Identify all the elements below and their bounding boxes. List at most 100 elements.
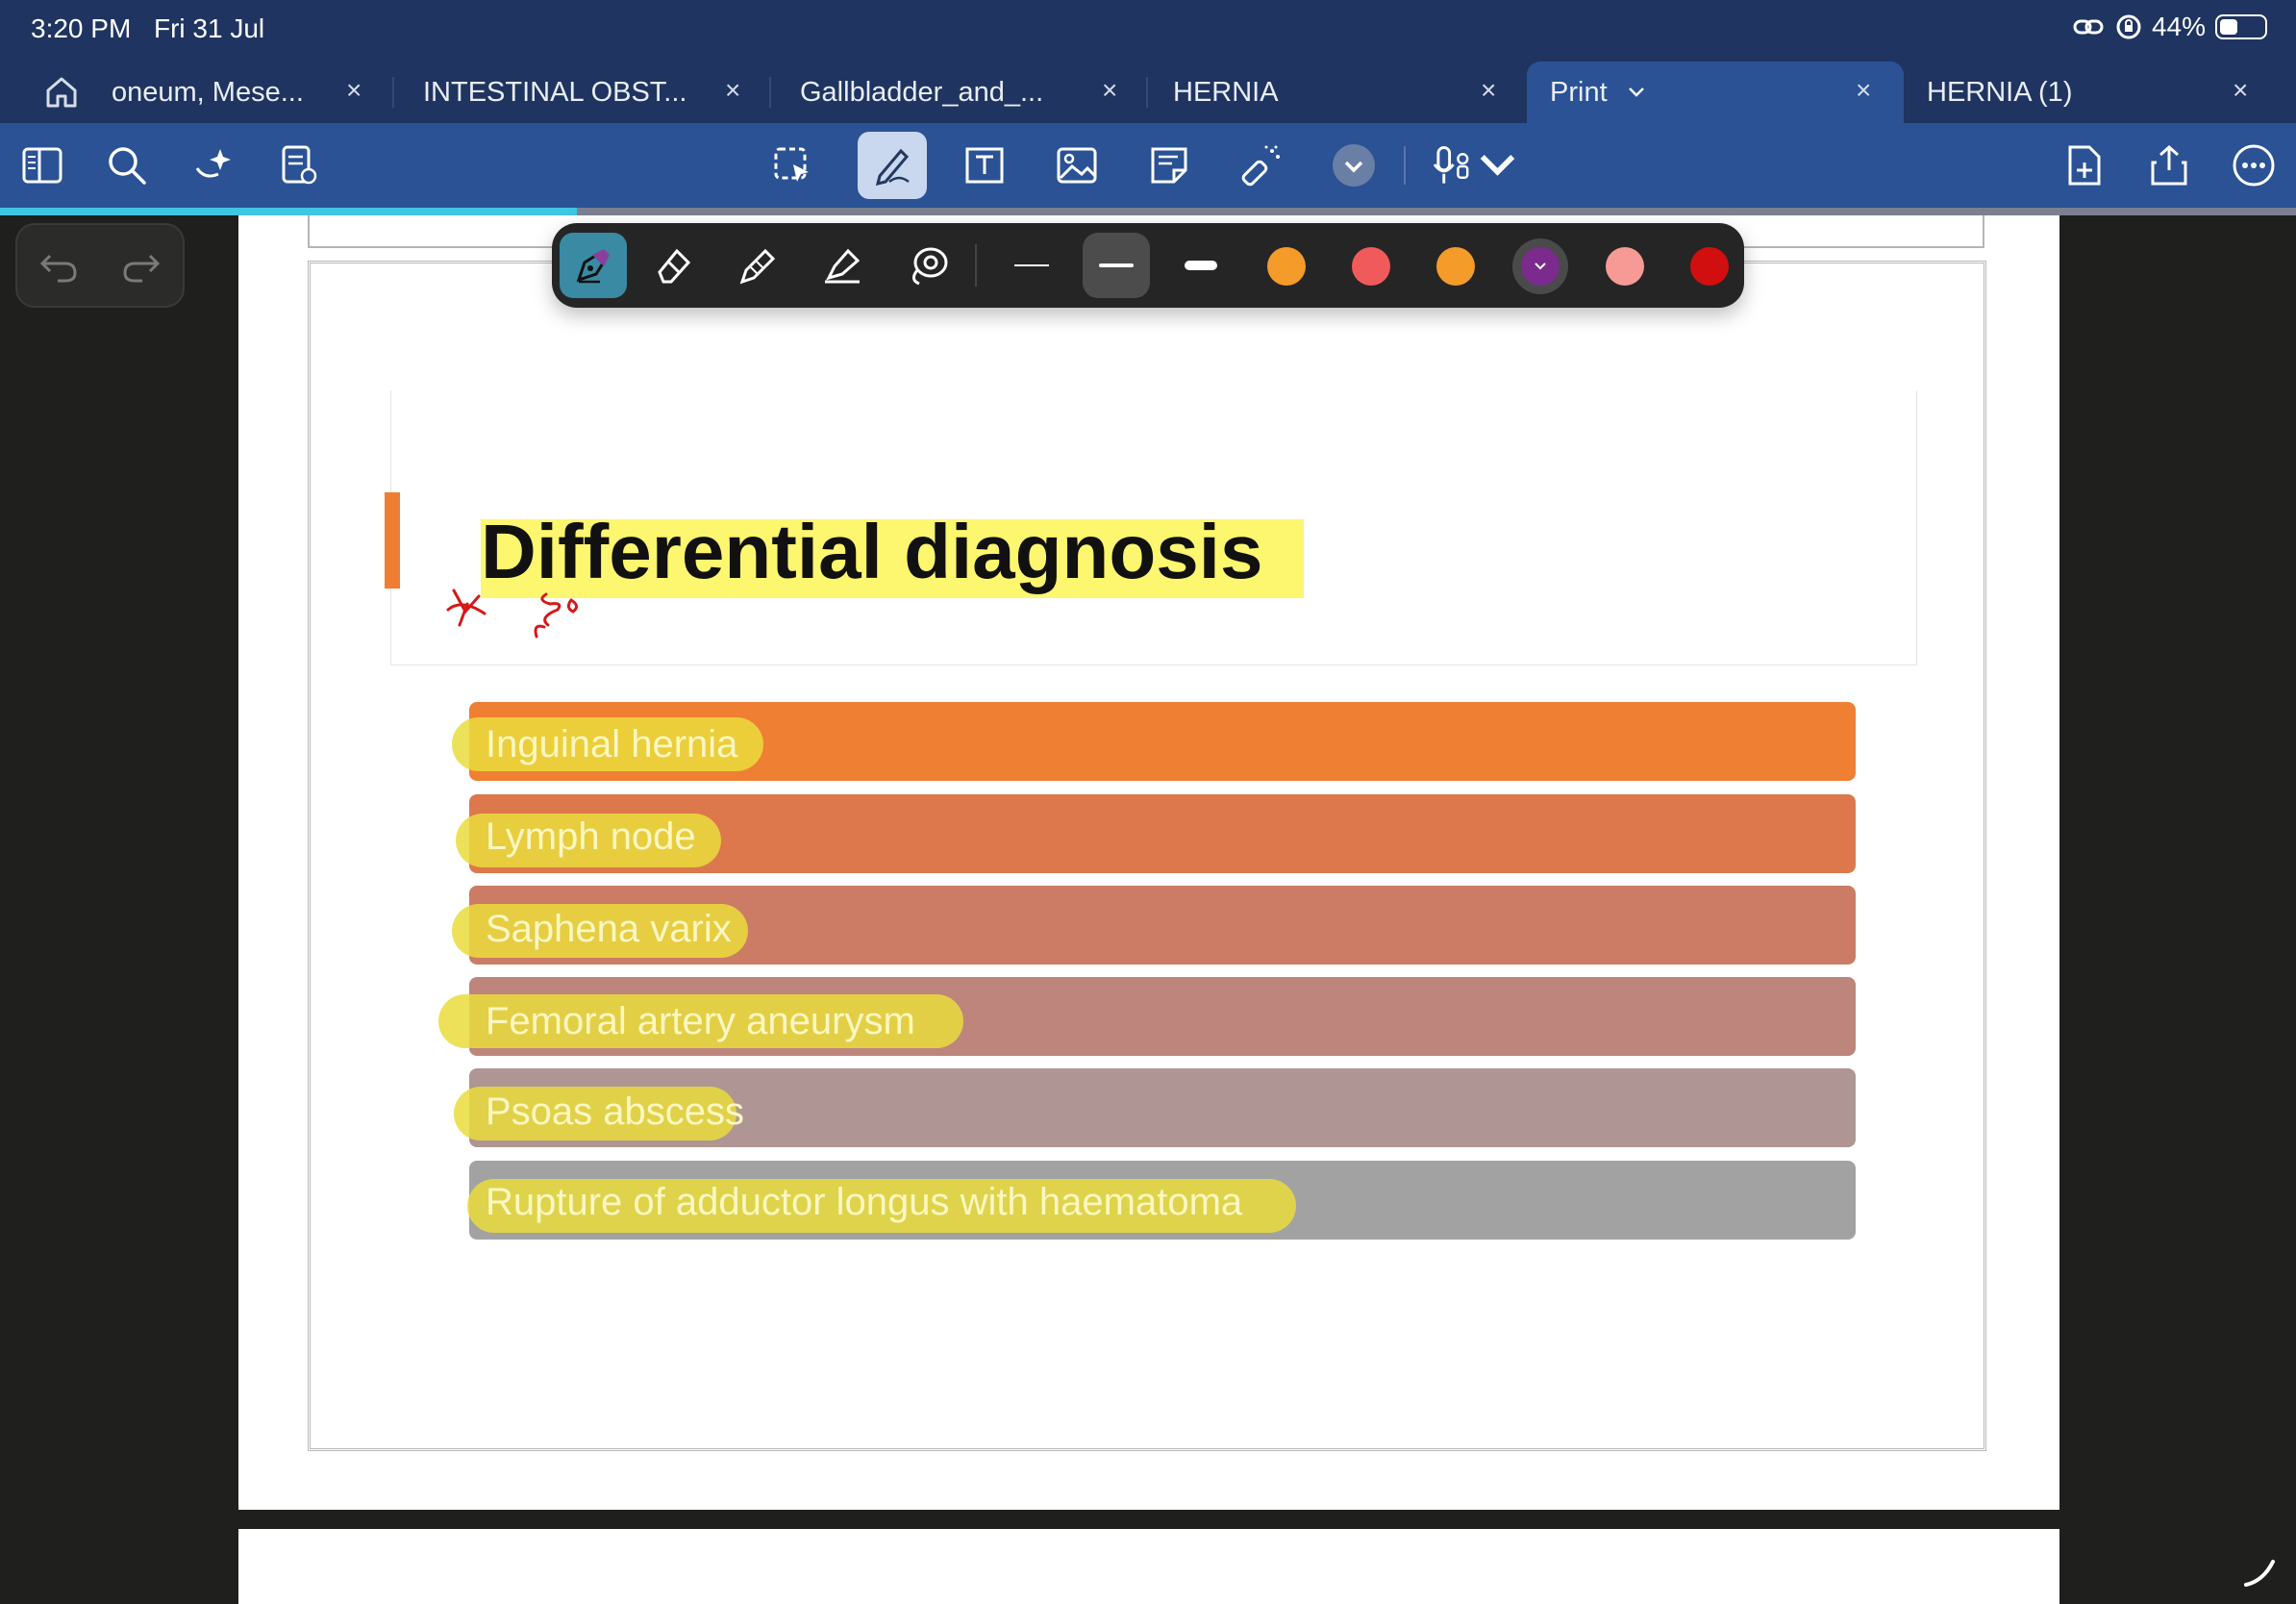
fountain-pen-icon (576, 249, 610, 284)
chevron-down-icon (1480, 155, 1515, 176)
insert-image-button[interactable] (1050, 138, 1104, 192)
color-swatch-red[interactable] (1690, 247, 1729, 286)
more-options-button[interactable] (2227, 138, 2281, 192)
ai-assist-button[interactable] (187, 138, 240, 192)
add-page-icon (2068, 145, 2101, 186)
next-document-page[interactable] (238, 1529, 2059, 1604)
home-icon[interactable] (42, 73, 81, 112)
color-swatch-purple-selected[interactable] (1521, 247, 1560, 286)
color-swatch-orange[interactable] (1267, 247, 1306, 286)
search-button[interactable] (100, 138, 154, 192)
medium-line-icon (1099, 263, 1134, 267)
eraser-icon (658, 248, 691, 284)
tab-close-icon[interactable]: × (725, 75, 740, 106)
status-indicators: 44% (2073, 12, 2267, 42)
main-toolbar (0, 123, 2296, 208)
stroke-width-thin[interactable] (998, 233, 1065, 298)
undo-icon[interactable] (37, 244, 81, 288)
ddx-label-6: Rupture of adductor longus with haematom… (486, 1181, 1243, 1223)
stroke-width-thick[interactable] (1167, 233, 1235, 298)
sparkle-icon (195, 149, 231, 178)
ddx-label-4: Femoral artery aneurysm (486, 1000, 915, 1042)
ddx-label-5: Psoas abscess (486, 1090, 745, 1133)
battery-percent: 44% (2151, 12, 2206, 41)
status-time: 3:20 PM (31, 13, 132, 43)
tab-3[interactable]: Gallbladder_and_... × (800, 62, 1127, 123)
tab-close-icon[interactable]: × (346, 75, 362, 106)
color-swatch-pink[interactable] (1606, 247, 1644, 286)
rotation-lock-icon (2116, 14, 2141, 39)
more-tools-button[interactable] (1327, 138, 1381, 192)
redo-icon[interactable] (119, 244, 163, 288)
document-settings-button[interactable] (271, 138, 325, 192)
pen-tool-palette (552, 223, 1744, 308)
highlighter-tool[interactable] (810, 233, 877, 298)
pencil-tool[interactable] (725, 233, 792, 298)
toolbar-divider (1404, 146, 1406, 185)
battery-icon (2215, 14, 2267, 39)
page-progress-fill (0, 208, 577, 215)
highlighter-icon (825, 248, 861, 284)
tab-6[interactable]: HERNIA (1) × (1927, 62, 2273, 123)
chevron-down-icon (1535, 263, 1546, 270)
ddx-label-1: Inguinal hernia (486, 723, 738, 765)
sidebar-toggle-button[interactable] (15, 138, 69, 192)
handwritten-annotation (446, 589, 578, 639)
stroke-width-medium[interactable] (1083, 233, 1150, 298)
tab-label: oneum, Mese... (112, 77, 304, 108)
sticky-note-icon (1151, 147, 1187, 184)
ddx-label-2: Lymph node (486, 815, 696, 858)
tab-label: Print (1550, 77, 1608, 108)
share-icon (2151, 144, 2187, 186)
tab-2[interactable]: INTESTINAL OBST... × (423, 62, 750, 123)
tab-divider (1146, 77, 1148, 108)
title-accent-bar (385, 492, 400, 589)
eraser-tool[interactable] (640, 233, 708, 298)
tab-4[interactable]: HERNIA × (1173, 62, 1500, 123)
tab-divider (392, 77, 394, 108)
app-window: 3:20 PM Fri 31 Jul 44% oneum, Mese... × … (0, 0, 2296, 1604)
add-page-button[interactable] (2058, 138, 2111, 192)
magic-eraser-icon (1241, 145, 1280, 187)
selection-icon (774, 147, 809, 182)
share-button[interactable] (2142, 138, 2196, 192)
image-icon (1057, 147, 1097, 184)
tab-bar: oneum, Mese... × INTESTINAL OBST... × Ga… (0, 62, 2296, 123)
sidebar-icon (22, 147, 62, 184)
tab-1[interactable]: oneum, Mese... × (112, 62, 371, 123)
color-swatch-coral[interactable] (1352, 247, 1390, 286)
thin-line-icon (1014, 264, 1049, 266)
microphone-icon (1433, 145, 1469, 184)
pen-mode-button[interactable] (858, 132, 927, 199)
pencil-hover-icon (2244, 1560, 2275, 1587)
color-swatch-amber[interactable] (1436, 247, 1475, 286)
audio-record-button[interactable] (1433, 138, 1519, 192)
palette-divider (975, 244, 977, 287)
tab-label: INTESTINAL OBST... (423, 77, 687, 108)
lasso-select-button[interactable] (765, 138, 819, 192)
link-icon (2073, 19, 2104, 35)
sticky-note-button[interactable] (1142, 138, 1196, 192)
ellipsis-icon (2233, 144, 2275, 187)
tab-close-icon[interactable]: × (1102, 75, 1117, 106)
text-box-icon (965, 147, 1004, 184)
tab-close-icon[interactable]: × (2233, 75, 2248, 106)
tab-label: HERNIA (1173, 77, 1279, 108)
tab-close-icon[interactable]: × (1856, 75, 1871, 106)
tab-5-active[interactable]: Print × (1527, 62, 1904, 123)
fountain-pen-tool[interactable] (560, 233, 627, 298)
tab-close-icon[interactable]: × (1481, 75, 1496, 106)
page-progress-bar (0, 208, 2296, 215)
tab-label: HERNIA (1) (1927, 77, 2073, 108)
document-view-icon (282, 145, 317, 185)
undo-redo-group (15, 223, 185, 308)
magic-tool-button[interactable] (1235, 138, 1288, 192)
search-icon (109, 147, 146, 185)
lasso-tool[interactable] (894, 233, 961, 298)
lasso-icon (912, 247, 948, 286)
text-box-button[interactable] (958, 138, 1011, 192)
chevron-down-circle-icon (1333, 144, 1375, 187)
chevron-down-icon[interactable] (1627, 85, 1646, 100)
canvas-margin (0, 215, 238, 1604)
status-bar: 3:20 PM Fri 31 Jul 44% (0, 0, 2296, 62)
